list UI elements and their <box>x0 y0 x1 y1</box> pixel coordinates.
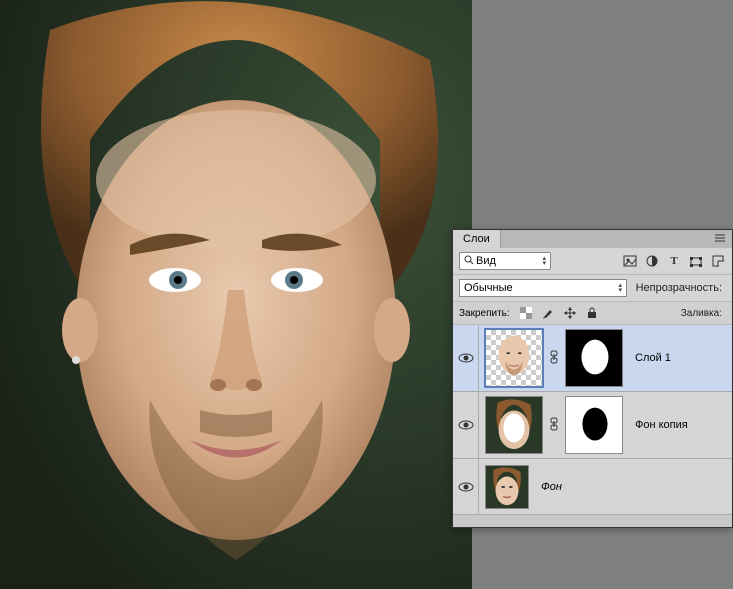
combo-arrows-icon: ▴▾ <box>542 256 546 266</box>
lock-position-icon[interactable] <box>562 305 578 321</box>
layer-filter-type-select[interactable]: Вид ▴▾ <box>459 252 551 270</box>
layer-thumbnail[interactable] <box>485 465 529 509</box>
blend-mode-value: Обычные <box>464 282 513 294</box>
lock-pixels-icon[interactable] <box>540 305 556 321</box>
lock-label: Закрепить: <box>459 308 510 319</box>
panel-tab-bar: Слои <box>453 230 732 248</box>
opacity-label[interactable]: Непрозрачность: <box>636 282 726 294</box>
visibility-toggle[interactable] <box>453 325 479 391</box>
filter-shape-icon[interactable] <box>688 253 704 269</box>
blend-mode-select[interactable]: Обычные ▴▾ <box>459 279 627 297</box>
lock-all-icon[interactable] <box>584 305 600 321</box>
panel-menu-icon[interactable] <box>708 233 732 246</box>
lock-transparency-icon[interactable] <box>518 305 534 321</box>
filter-text-icon[interactable]: T <box>666 253 682 269</box>
link-icon[interactable] <box>549 350 559 367</box>
layers-list: Слой 1 <box>453 325 732 515</box>
lock-row: Закрепить: Заливка: <box>453 302 732 325</box>
eye-icon <box>458 482 474 492</box>
layer-name-label[interactable]: Фон копия <box>629 419 688 431</box>
filter-smart-icon[interactable] <box>710 253 726 269</box>
layer-name-label[interactable]: Фон <box>535 481 562 493</box>
filter-pixel-icon[interactable] <box>622 253 638 269</box>
layer-thumbnail[interactable] <box>485 329 543 387</box>
layer-name-label[interactable]: Слой 1 <box>629 352 671 364</box>
fill-label[interactable]: Заливка: <box>681 308 726 319</box>
filter-type-label: Вид <box>476 255 496 267</box>
panel-footer <box>453 515 732 527</box>
search-icon <box>464 255 474 268</box>
link-icon[interactable] <box>549 417 559 434</box>
layers-panel: Слои Вид ▴▾ T <box>452 229 733 528</box>
blend-row: Обычные ▴▾ Непрозрачность: <box>453 275 732 302</box>
layer-thumbnail[interactable] <box>485 396 543 454</box>
layer-row[interactable]: Фон копия <box>453 392 732 459</box>
layer-row[interactable]: Фон <box>453 459 732 515</box>
visibility-toggle[interactable] <box>453 392 479 458</box>
visibility-toggle[interactable] <box>453 459 479 514</box>
mask-thumbnail[interactable] <box>565 396 623 454</box>
eye-icon <box>458 420 474 430</box>
filter-adjustment-icon[interactable] <box>644 253 660 269</box>
tab-layers[interactable]: Слои <box>453 230 501 248</box>
canvas-area[interactable] <box>0 0 472 589</box>
filter-row: Вид ▴▾ T <box>453 248 732 275</box>
layer-row[interactable]: Слой 1 <box>453 325 732 392</box>
eye-icon <box>458 353 474 363</box>
combo-arrows-icon: ▴▾ <box>618 283 622 293</box>
mask-thumbnail[interactable] <box>565 329 623 387</box>
